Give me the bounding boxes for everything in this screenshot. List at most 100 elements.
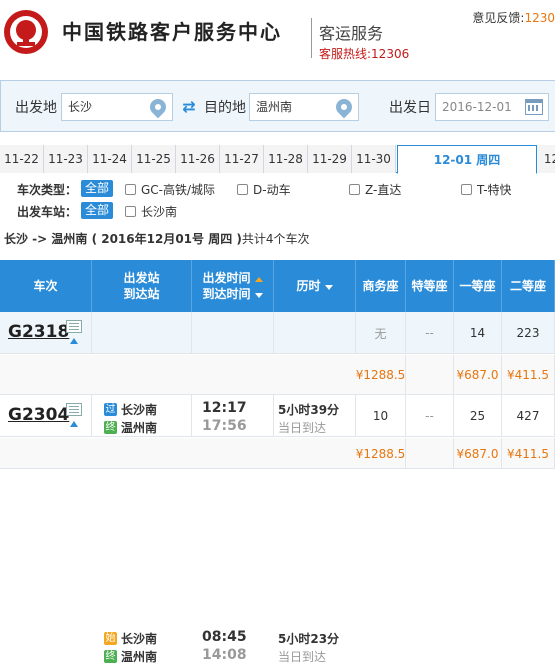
from-station-input[interactable]: 长沙 bbox=[61, 93, 173, 121]
price-premium bbox=[406, 438, 454, 469]
arrive-time: 14:08 bbox=[202, 647, 247, 663]
expand-arrow-icon[interactable] bbox=[70, 421, 78, 427]
seat-second[interactable]: 223 bbox=[502, 312, 555, 354]
site-header: 中国铁路客户服务中心 客运服务 客服热线:12306 意见反馈:1230 bbox=[0, 0, 555, 68]
type-option[interactable]: GC-高铁/城际 bbox=[125, 181, 215, 198]
railway-logo-icon[interactable] bbox=[4, 10, 48, 54]
tab-date[interactable]: 11-25 bbox=[132, 145, 176, 173]
tab-date[interactable]: 11-28 bbox=[264, 145, 308, 173]
filter-panel: 车次类型： 全部 GC-高铁/城际 D-动车 Z-直达 T-特快 出发车站： 全… bbox=[0, 174, 555, 226]
timetable-icon[interactable] bbox=[66, 403, 82, 416]
type-option[interactable]: D-动车 bbox=[237, 181, 291, 198]
to-station: 温州南 bbox=[121, 421, 158, 435]
checkbox-icon bbox=[237, 184, 248, 195]
seat-premium: -- bbox=[406, 312, 454, 354]
type-all-button[interactable]: 全部 bbox=[81, 180, 114, 197]
train-cell: G2318 bbox=[0, 312, 92, 354]
train-number[interactable]: G2318 bbox=[8, 322, 69, 342]
train-cell: G2304 bbox=[0, 395, 92, 437]
price-business: ¥1288.5 bbox=[356, 355, 406, 395]
timetable-icon[interactable] bbox=[66, 320, 82, 333]
end-badge-icon: 终 bbox=[104, 650, 117, 663]
sort-up-icon bbox=[254, 277, 263, 282]
to-label: 目的地 bbox=[204, 100, 246, 116]
col-stations: 出发站 到达站 bbox=[92, 260, 192, 312]
tab-date[interactable]: 12 bbox=[537, 145, 555, 173]
price-row: ¥1288.5 ¥687.0 ¥411.5 bbox=[0, 438, 555, 469]
tab-date-selected[interactable]: 12-01 周四 bbox=[397, 145, 537, 174]
duration: 5小时39分 bbox=[278, 403, 340, 417]
depart-time: 08:45 bbox=[202, 629, 247, 645]
table-header: 车次 出发站 到达站 出发时间 到达时间 历时 商务座 特等座 一等座 二等座 bbox=[0, 260, 555, 312]
type-option[interactable]: T-特快 bbox=[461, 181, 512, 198]
sort-down-icon bbox=[254, 293, 263, 298]
type-option[interactable]: Z-直达 bbox=[349, 181, 401, 198]
tab-date[interactable]: 11-24 bbox=[88, 145, 132, 173]
train-number[interactable]: G2304 bbox=[8, 405, 69, 425]
station-option[interactable]: 长沙南 bbox=[125, 203, 177, 220]
from-label: 出发地 bbox=[15, 100, 57, 116]
station-all-button[interactable]: 全部 bbox=[81, 202, 114, 219]
from-station: 长沙南 bbox=[121, 632, 158, 646]
start-badge-icon: 始 bbox=[104, 632, 117, 645]
checkbox-icon bbox=[125, 206, 136, 217]
feedback-link[interactable]: 意见反馈:1230 bbox=[472, 9, 555, 26]
to-station: 温州南 bbox=[121, 650, 158, 664]
col-second: 二等座 bbox=[502, 260, 555, 312]
end-badge-icon: 终 bbox=[104, 421, 117, 434]
date-label: 出发日 bbox=[389, 100, 431, 116]
price-second: ¥411.5 bbox=[502, 355, 555, 395]
seat-second[interactable]: 427 bbox=[502, 395, 555, 437]
duration: 5小时23分 bbox=[278, 632, 340, 646]
price-business: ¥1288.5 bbox=[356, 438, 406, 469]
checkbox-icon bbox=[125, 184, 136, 195]
col-first: 一等座 bbox=[454, 260, 502, 312]
location-pin-icon[interactable] bbox=[146, 95, 170, 119]
tab-date[interactable]: 11-26 bbox=[176, 145, 220, 173]
arrival-day: 当日到达 bbox=[278, 650, 327, 664]
date-input[interactable]: 2016-12-01 bbox=[435, 93, 549, 121]
result-summary: 长沙 -> 温州南 ( 2016年12月01号 周四 )共计4个车次 bbox=[4, 232, 310, 246]
tab-date[interactable]: 11-29 bbox=[308, 145, 352, 173]
from-station: 长沙南 bbox=[121, 403, 158, 417]
seat-first[interactable]: 25 bbox=[454, 395, 502, 437]
price-second: ¥411.5 bbox=[502, 438, 555, 469]
duration-cell bbox=[274, 312, 356, 354]
checkbox-icon bbox=[349, 184, 360, 195]
checkbox-icon bbox=[461, 184, 472, 195]
site-brand: 中国铁路客户服务中心 bbox=[62, 20, 282, 44]
filter-title: 出发车站： bbox=[17, 205, 78, 219]
price-first: ¥687.0 bbox=[454, 438, 502, 469]
col-premium: 特等座 bbox=[406, 260, 454, 312]
price-row: ¥1288.5 ¥687.0 ¥411.5 bbox=[0, 355, 555, 395]
seat-premium: -- bbox=[406, 395, 454, 437]
tab-date[interactable]: 11-23 bbox=[44, 145, 88, 173]
arrival-day: 当日到达 bbox=[278, 421, 327, 435]
col-duration[interactable]: 历时 bbox=[274, 260, 356, 312]
station-cell bbox=[92, 312, 192, 354]
table-row[interactable]: G2318 始 长沙南 终 温州南 08:45 14:08 5小时23分 当日到… bbox=[0, 312, 555, 664]
sort-down-icon bbox=[324, 285, 333, 290]
price-first: ¥687.0 bbox=[454, 355, 502, 395]
date-tabs: 11-22 11-23 11-24 11-25 11-26 11-27 11-2… bbox=[0, 145, 555, 174]
col-train: 车次 bbox=[0, 260, 92, 312]
tab-date[interactable]: 11-27 bbox=[220, 145, 264, 173]
col-times[interactable]: 出发时间 到达时间 bbox=[192, 260, 274, 312]
time-cell bbox=[192, 312, 274, 354]
calendar-icon[interactable] bbox=[525, 99, 543, 115]
section-title: 客运服务 bbox=[319, 24, 384, 43]
seat-first[interactable]: 14 bbox=[454, 312, 502, 354]
seat-business[interactable]: 无 bbox=[356, 312, 406, 354]
search-bar: 出发地 长沙 ⇄ 目的地 温州南 出发日 2016-12-01 bbox=[0, 80, 555, 132]
filter-title: 车次类型： bbox=[17, 183, 78, 197]
to-station-input[interactable]: 温州南 bbox=[249, 93, 359, 121]
tab-date[interactable]: 11-30 bbox=[352, 145, 396, 173]
col-business: 商务座 bbox=[356, 260, 406, 312]
seat-business[interactable]: 10 bbox=[356, 395, 406, 437]
header-divider bbox=[311, 18, 312, 58]
location-pin-icon[interactable] bbox=[332, 95, 356, 119]
price-premium bbox=[406, 355, 454, 395]
swap-stations-icon[interactable]: ⇄ bbox=[179, 97, 199, 117]
tab-date[interactable]: 11-22 bbox=[0, 145, 44, 173]
expand-arrow-icon[interactable] bbox=[70, 338, 78, 344]
